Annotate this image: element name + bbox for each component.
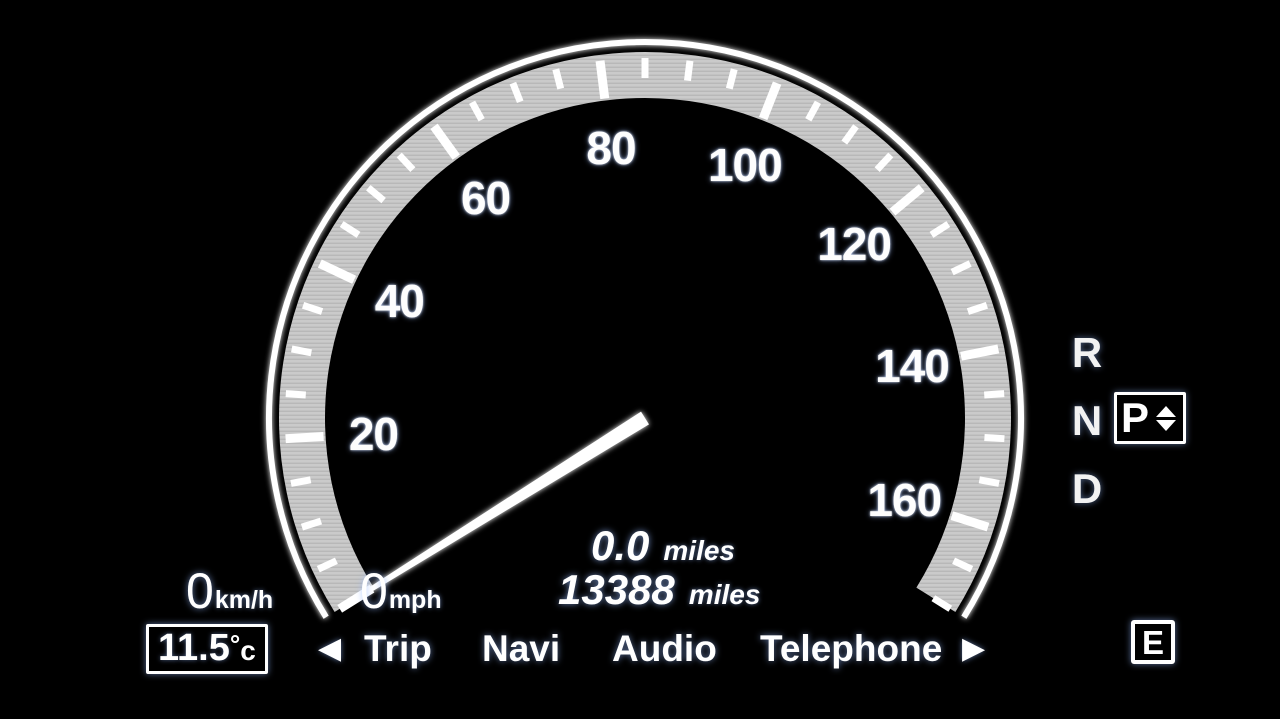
gauge-label-160: 160: [867, 474, 942, 527]
kmh-unit-label: km/h: [214, 586, 274, 614]
temperature-value: 11.5: [158, 627, 230, 669]
gauge-label-40: 40: [374, 275, 425, 328]
odometer-unit: miles: [688, 579, 761, 610]
menu-item-navi[interactable]: Navi: [482, 618, 560, 680]
trip-unit: miles: [663, 535, 735, 566]
mph-readout: 0mph: [360, 566, 442, 616]
gear-position-n: N: [1071, 397, 1103, 444]
selected-gear-badge: P: [1114, 392, 1186, 444]
selected-gear-letter: P: [1121, 394, 1150, 441]
gear-selector: R N D P: [1070, 330, 1250, 520]
fuel-empty-letter: E: [1141, 623, 1164, 661]
gauge-label-120: 120: [817, 218, 892, 271]
mph-unit-label: mph: [388, 586, 442, 614]
arrow-up-icon: [1156, 405, 1177, 417]
gear-position-d: D: [1071, 465, 1103, 512]
menu-next-arrow-icon[interactable]: ▶: [962, 618, 985, 680]
menu-item-telephone[interactable]: Telephone: [760, 618, 942, 680]
degree-symbol-icon: °: [229, 629, 241, 659]
gauge-label-60: 60: [460, 171, 511, 224]
menu-prev-arrow-icon[interactable]: ◀: [318, 618, 341, 680]
instrument-cluster-display: 20 40 60 80 100 120 140 160 0km/h 0mph 0.0 miles…: [0, 0, 1280, 719]
menu-item-audio[interactable]: Audio: [612, 618, 717, 680]
temperature-unit: c: [240, 635, 256, 666]
gauge-label-20: 20: [348, 407, 399, 460]
arrow-down-icon: [1156, 419, 1177, 431]
gauge-label-100: 100: [707, 138, 783, 191]
gear-position-r: R: [1071, 329, 1103, 376]
kmh-readout: 0km/h: [186, 566, 273, 616]
odometer-row: 13388 miles: [558, 569, 760, 611]
outside-temperature-badge: 11.5°c: [146, 624, 268, 674]
mph-value: 0: [360, 563, 388, 619]
fuel-empty-indicator: E: [1131, 620, 1175, 664]
menu-item-trip[interactable]: Trip: [364, 618, 432, 680]
gear-updown-arrows-icon: [1156, 405, 1177, 431]
odometer-value: 13388: [558, 566, 675, 613]
trip-value: 0.0: [591, 522, 650, 569]
gauge-label-80: 80: [586, 122, 636, 175]
gauge-label-140: 140: [875, 339, 950, 392]
trip-meter-row: 0.0 miles: [591, 525, 735, 567]
kmh-value: 0: [186, 563, 214, 619]
